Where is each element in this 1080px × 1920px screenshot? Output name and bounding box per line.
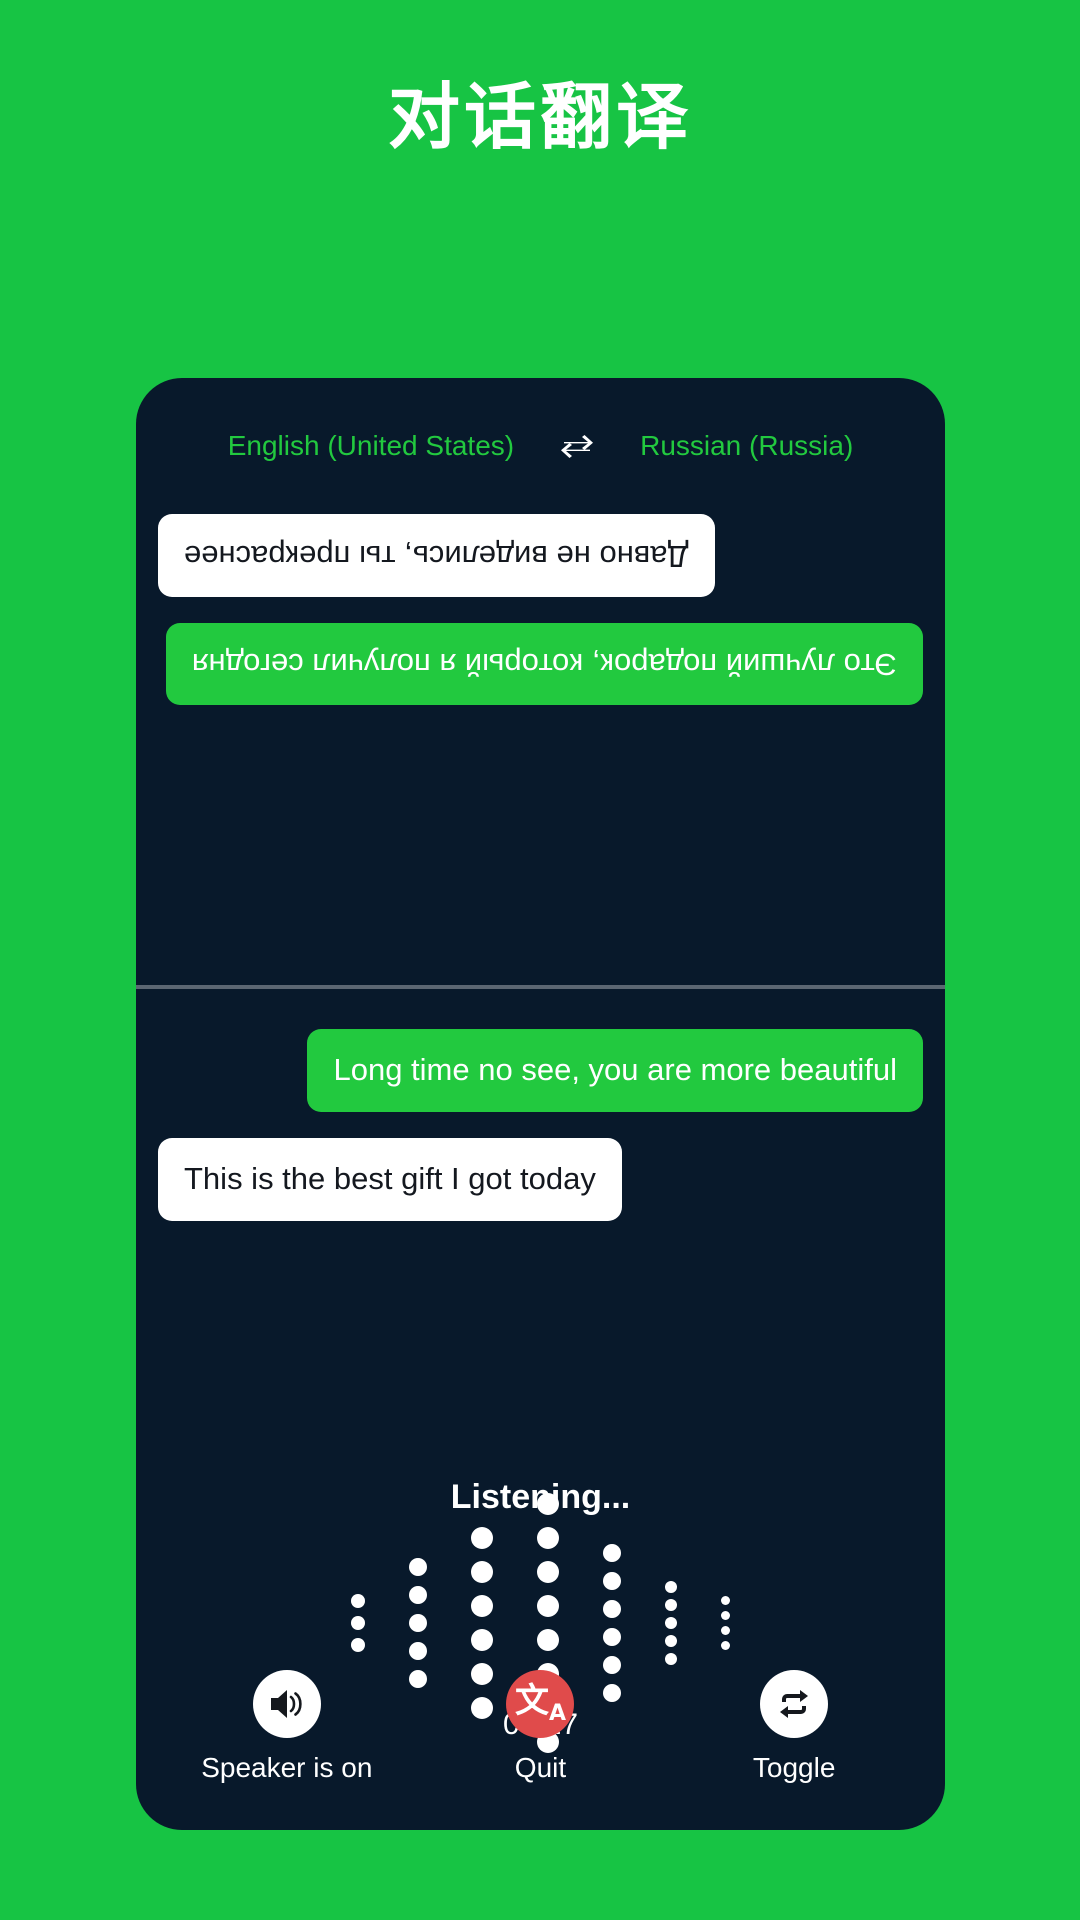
waveform-dot [665, 1635, 677, 1647]
waveform-dot [537, 1527, 559, 1549]
translate-glyph: 文A [514, 1680, 566, 1726]
waveform-dot [409, 1558, 427, 1576]
quit-button[interactable]: 文A Quit [415, 1670, 666, 1784]
waveform-column [351, 1590, 365, 1656]
waveform-column [665, 1578, 677, 1668]
speaker-button[interactable]: Speaker is on [161, 1670, 412, 1784]
waveform-dot [537, 1493, 559, 1515]
waveform-dot [409, 1642, 427, 1660]
waveform-dot [471, 1595, 493, 1617]
waveform-dot [603, 1628, 621, 1646]
message-bubble[interactable]: Это лучший подарок, который я получил се… [165, 622, 923, 706]
conversation-pane-top: Это лучший подарок, который я получил се… [136, 498, 945, 985]
control-bar: Speaker is on 文A Quit Toggle [136, 1670, 945, 1784]
waveform-dot [537, 1561, 559, 1583]
waveform-dot [351, 1594, 365, 1608]
pane-divider [136, 985, 945, 989]
translate-icon[interactable]: 文A [506, 1670, 575, 1738]
waveform-dot [721, 1626, 730, 1635]
conversation-pane-bottom: Long time no see, you are more beautiful… [136, 993, 945, 1423]
speaker-on-icon[interactable] [252, 1670, 321, 1738]
waveform-dot [721, 1641, 730, 1650]
waveform-dot [665, 1599, 677, 1611]
waveform-dot [603, 1572, 621, 1590]
language-selector-bar: English (United States) Russian (Russia) [136, 430, 945, 462]
waveform-dot [409, 1614, 427, 1632]
speaker-button-label: Speaker is on [201, 1752, 373, 1783]
waveform-dot [471, 1629, 493, 1651]
page-title: 对话翻译 [387, 75, 692, 159]
waveform-dot [665, 1653, 677, 1665]
waveform-dot [721, 1596, 730, 1605]
phone-screen-card: English (United States) Russian (Russia)… [136, 378, 945, 1830]
target-language-label[interactable]: Russian (Russia) [640, 430, 853, 462]
waveform-dot [409, 1586, 427, 1604]
waveform-dot [603, 1600, 621, 1618]
toggle-button[interactable]: Toggle [669, 1670, 920, 1784]
quit-button-label: Quit [514, 1752, 567, 1783]
swap-horizontal-icon[interactable] [560, 434, 594, 458]
waveform-dot [665, 1581, 677, 1593]
message-bubble[interactable]: This is the best gift I got today [158, 1137, 622, 1221]
waveform-dot [665, 1617, 677, 1629]
waveform-dot [537, 1629, 559, 1651]
source-language-label[interactable]: English (United States) [228, 430, 514, 462]
repeat-icon[interactable] [760, 1670, 829, 1738]
waveform-dot [351, 1638, 365, 1652]
toggle-button-label: Toggle [752, 1752, 836, 1783]
waveform-dot [471, 1527, 493, 1549]
message-bubble[interactable]: Давно не виделись, ты прекраснее [158, 514, 715, 597]
message-bubble[interactable]: Long time no see, you are more beautiful [307, 1029, 923, 1112]
waveform-dot [351, 1616, 365, 1630]
waveform-dot [471, 1561, 493, 1583]
waveform-dot [603, 1544, 621, 1562]
waveform-dot [537, 1595, 559, 1617]
waveform-column [721, 1593, 730, 1653]
waveform-dot [721, 1611, 730, 1620]
